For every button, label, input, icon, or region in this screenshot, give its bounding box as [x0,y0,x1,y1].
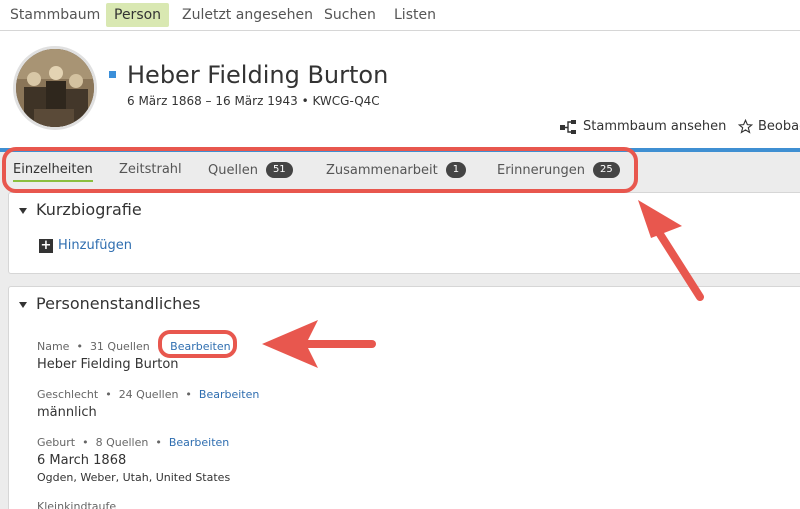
arrow-to-edit-icon [262,320,376,368]
annotation-arrows [262,200,704,368]
arrow-to-tabs-icon [638,200,704,301]
